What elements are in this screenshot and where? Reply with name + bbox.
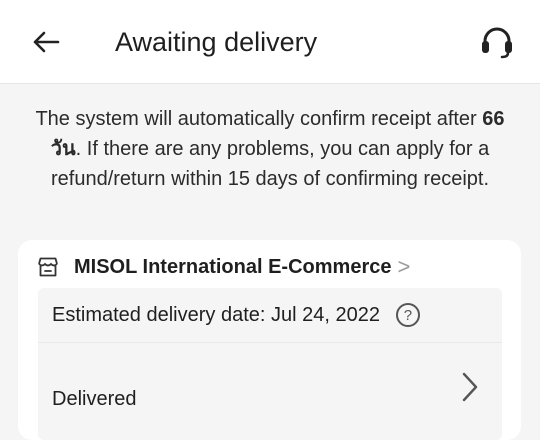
notice-prefix: The system will automatically confirm re… (35, 108, 477, 130)
store-icon (36, 255, 60, 279)
delivery-info: Estimated delivery date: Jul 24, 2022 ? … (38, 288, 502, 440)
chevron-right-icon: > (397, 254, 411, 279)
top-bar: Awaiting delivery (0, 0, 540, 84)
notice-suffix: . If there are any problems, you can app… (51, 138, 490, 190)
headset-icon (482, 27, 512, 59)
delivery-status: Delivered (52, 388, 137, 410)
page-title: Awaiting delivery (115, 27, 318, 57)
estimated-delivery-date: Estimated delivery date: Jul 24, 2022 (52, 303, 380, 326)
auto-confirm-notice: The system will automatically confirm re… (20, 104, 520, 194)
arrow-left-icon (33, 31, 60, 53)
help-icon[interactable]: ? (395, 303, 420, 327)
delivery-status-row[interactable]: Delivered (38, 344, 502, 440)
chevron-right-icon (462, 372, 478, 402)
customer-support-button[interactable] (474, 20, 520, 64)
order-card: MISOL International E-Commerce > Estimat… (18, 240, 521, 440)
store-link[interactable]: MISOL International E-Commerce > (36, 252, 410, 282)
back-button[interactable] (26, 22, 66, 62)
store-name: MISOL International E-Commerce (74, 255, 392, 278)
estimated-delivery-row: Estimated delivery date: Jul 24, 2022 ? (38, 288, 502, 343)
